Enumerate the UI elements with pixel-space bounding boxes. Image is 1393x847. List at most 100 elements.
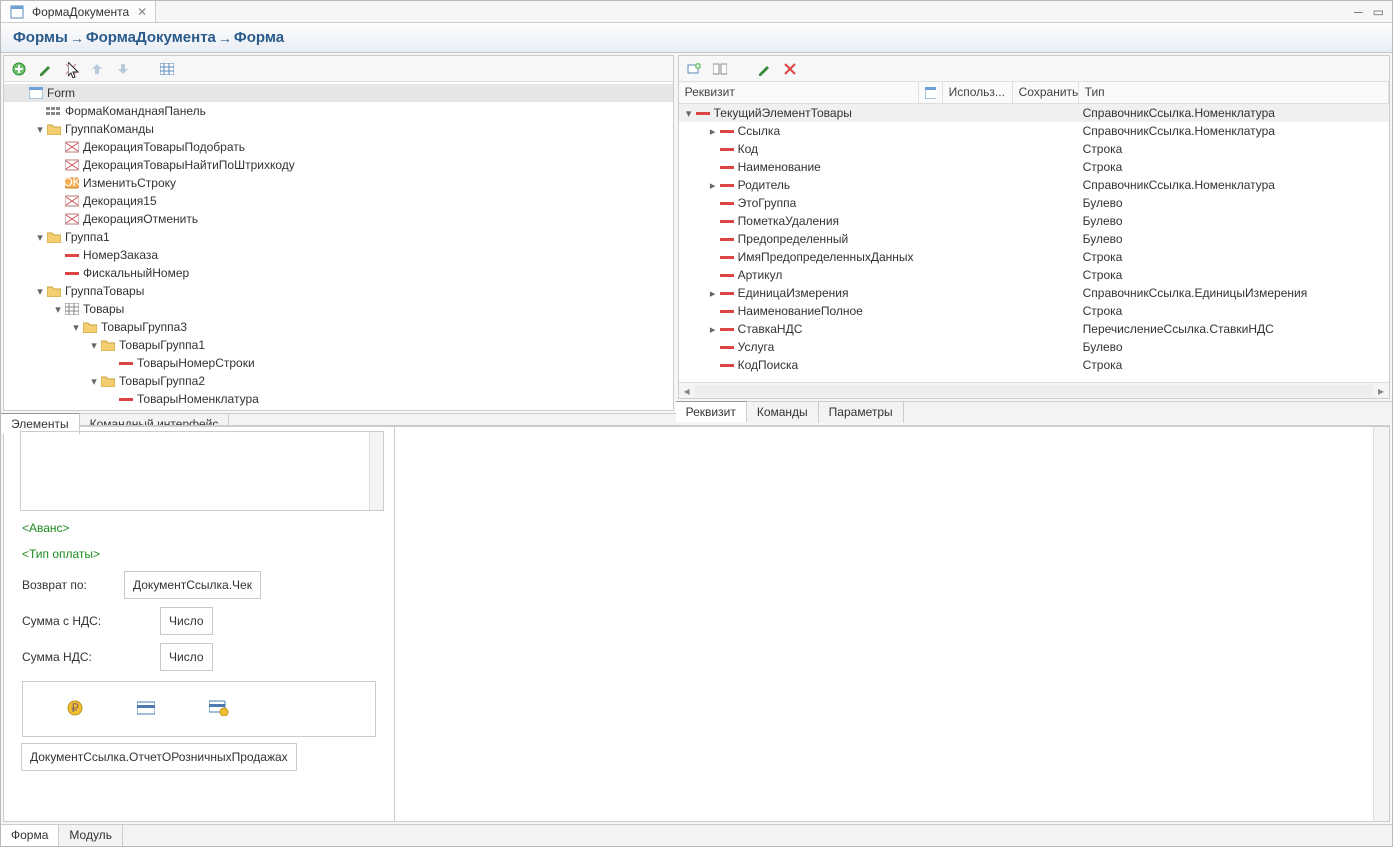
add-requisite-icon[interactable] (685, 60, 703, 78)
card-cash-icon[interactable] (209, 700, 229, 719)
tree-node[interactable]: ТоварыНоменклатура (4, 390, 673, 408)
tree-node-label: ФормаКоманднаяПанель (65, 104, 206, 118)
column-requisite[interactable]: Реквизит (679, 82, 919, 103)
tree-node[interactable]: ФискальныйНомер (4, 264, 673, 282)
grid-row-type: Строка (1079, 250, 1389, 264)
field-icon (719, 340, 735, 354)
close-icon[interactable]: ✕ (137, 5, 147, 19)
breadcrumb-part[interactable]: ФормаДокумента (86, 29, 216, 46)
add-icon[interactable] (10, 60, 28, 78)
tree-twisty-icon[interactable]: ▸ (707, 179, 719, 192)
tree-node[interactable]: ▾ГруппаКоманды (4, 120, 673, 138)
move-down-icon[interactable] (114, 60, 132, 78)
tab-module[interactable]: Модуль (59, 825, 123, 846)
tree-twisty-icon[interactable]: ▾ (88, 339, 100, 352)
tree-twisty-icon[interactable]: ▾ (34, 231, 46, 244)
tree-node[interactable]: OKИзменитьСтроку (4, 174, 673, 192)
tree-twisty-icon[interactable]: ▾ (34, 285, 46, 298)
elements-tree[interactable]: FormФормаКоманднаяПанель▾ГруппаКомандыДе… (4, 82, 673, 410)
folder-icon (46, 122, 62, 136)
grid-row[interactable]: ПометкаУдаленияБулево (679, 212, 1389, 230)
grid-row[interactable]: ЭтоГруппаБулево (679, 194, 1389, 212)
requisites-grid[interactable]: ▾ТекущийЭлементТоварыСправочникСсылка.Но… (679, 104, 1389, 382)
tab-parameters[interactable]: Параметры (819, 402, 904, 423)
tree-node[interactable]: ▾ГруппаТовары (4, 282, 673, 300)
tree-twisty-icon[interactable]: ▾ (52, 303, 64, 316)
tree-node-label: Form (47, 86, 75, 100)
grid-row[interactable]: АртикулСтрока (679, 266, 1389, 284)
edit-icon[interactable] (36, 60, 54, 78)
tree-node[interactable]: ▾ТоварыГруппа1 (4, 336, 673, 354)
fld-icon (64, 266, 80, 280)
tree-node[interactable]: ДекорацияОтменить (4, 210, 673, 228)
grid-row[interactable]: КодПоискаСтрока (679, 356, 1389, 374)
tree-node[interactable]: ФормаКоманднаяПанель (4, 102, 673, 120)
tree-node[interactable]: ТоварыНомерСтроки (4, 354, 673, 372)
column-type[interactable]: Тип (1079, 82, 1389, 103)
tree-node[interactable]: НомерЗаказа (4, 246, 673, 264)
grid-row[interactable]: ▸РодительСправочникСсылка.Номенклатура (679, 176, 1389, 194)
tree-twisty-icon[interactable]: ▸ (707, 323, 719, 336)
tree-node[interactable]: Form (4, 84, 673, 102)
editor-tab[interactable]: ФормаДокумента ✕ (1, 1, 156, 22)
grid-row-type: СправочникСсылка.Номенклатура (1079, 178, 1389, 192)
tree-node-label: Декорация15 (83, 194, 157, 208)
breadcrumb-part[interactable]: Формы (13, 29, 68, 46)
columns-icon[interactable] (711, 60, 729, 78)
tree-node[interactable]: ▾Товары (4, 300, 673, 318)
tree-twisty-icon[interactable]: ▾ (88, 375, 100, 388)
grid-row[interactable]: УслугаБулево (679, 338, 1389, 356)
grid-row[interactable]: КодСтрока (679, 140, 1389, 158)
avance-link[interactable]: <Аванс> (4, 515, 394, 541)
tree-node[interactable]: ДекорацияТоварыНайтиПоШтрихкоду (4, 156, 673, 174)
tab-form[interactable]: Форма (1, 825, 59, 846)
minimize-icon[interactable]: ─ (1354, 5, 1363, 19)
grid-row[interactable]: ▸ЕдиницаИзмеренияСправочникСсылка.Единиц… (679, 284, 1389, 302)
column-save[interactable]: Сохранить (1013, 82, 1079, 103)
grid-row[interactable]: ПредопределенныйБулево (679, 230, 1389, 248)
tree-node[interactable]: ▾ТоварыГруппа2 (4, 372, 673, 390)
sum-nds-value[interactable]: Число (160, 643, 213, 671)
payment-type-link[interactable]: <Тип оплаты> (4, 541, 394, 567)
horizontal-scrollbar[interactable]: ◂ ▸ (679, 382, 1389, 398)
breadcrumb-part[interactable]: Форма (234, 29, 284, 46)
grid-row-name: НаименованиеПолное (738, 304, 863, 318)
column-use[interactable]: Использ... (943, 82, 1013, 103)
tree-twisty-icon[interactable]: ▸ (707, 125, 719, 138)
tree-twisty-icon[interactable]: ▸ (707, 287, 719, 300)
delete-icon[interactable] (781, 60, 799, 78)
tree-twisty-icon[interactable]: ▾ (683, 107, 695, 120)
tree-twisty-icon[interactable]: ▾ (70, 321, 82, 334)
preview-inner-scrollbar[interactable] (369, 432, 383, 510)
scroll-right-icon[interactable]: ▸ (1373, 384, 1389, 398)
tab-commands[interactable]: Команды (747, 402, 819, 423)
delete-icon[interactable] (62, 60, 80, 78)
grid-row[interactable]: НаименованиеПолноеСтрока (679, 302, 1389, 320)
grid-icon[interactable] (158, 60, 176, 78)
field-icon (719, 196, 735, 210)
sum-nds-label: Сумма НДС: (22, 650, 116, 664)
tab-requisite[interactable]: Реквизит (676, 401, 747, 422)
preview-scrollbar[interactable] (1373, 427, 1389, 821)
tree-node[interactable]: ДекорацияТоварыПодобрать (4, 138, 673, 156)
tree-node[interactable]: ▾Группа1 (4, 228, 673, 246)
tree-twisty-icon[interactable]: ▾ (34, 123, 46, 136)
ruble-icon[interactable]: ₽ (67, 700, 83, 719)
grid-row[interactable]: ▸СтавкаНДСПеречислениеСсылка.СтавкиНДС (679, 320, 1389, 338)
report-reference[interactable]: ДокументСсылка.ОтчетОРозничныхПродажах (21, 743, 297, 771)
grid-row[interactable]: НаименованиеСтрока (679, 158, 1389, 176)
return-value[interactable]: ДокументСсылка.Чек (124, 571, 261, 599)
column-icon[interactable] (919, 82, 943, 103)
sum-with-nds-value[interactable]: Число (160, 607, 213, 635)
grid-row[interactable]: ▾ТекущийЭлементТоварыСправочникСсылка.Но… (679, 104, 1389, 122)
move-up-icon[interactable] (88, 60, 106, 78)
grid-header: Реквизит Использ... Сохранить Тип (679, 82, 1389, 104)
tree-node[interactable]: ▾ТоварыГруппа3 (4, 318, 673, 336)
grid-row[interactable]: ИмяПредопределенныхДанныхСтрока (679, 248, 1389, 266)
edit-icon[interactable] (755, 60, 773, 78)
card-icon[interactable] (137, 701, 155, 718)
scroll-left-icon[interactable]: ◂ (679, 384, 695, 398)
maximize-icon[interactable]: ▭ (1373, 5, 1384, 19)
grid-row[interactable]: ▸СсылкаСправочникСсылка.Номенклатура (679, 122, 1389, 140)
tree-node[interactable]: Декорация15 (4, 192, 673, 210)
